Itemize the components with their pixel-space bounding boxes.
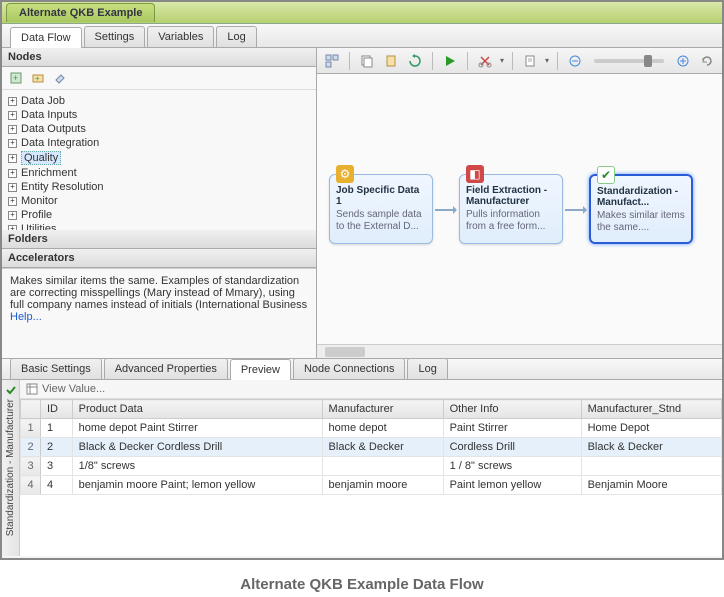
tree-item-data-integration[interactable]: +Data Integration (8, 136, 310, 150)
nodes-tree[interactable]: +Data Job +Data Inputs +Data Outputs +Da… (2, 90, 316, 230)
accelerators-panel-header[interactable]: Accelerators (2, 249, 316, 268)
svg-text:+: + (13, 73, 18, 83)
checkmark-icon (5, 384, 17, 396)
tab-settings[interactable]: Settings (84, 26, 146, 47)
svg-text:+: + (35, 74, 40, 83)
view-value-button[interactable]: View Value... (20, 380, 722, 399)
document-icon[interactable] (521, 52, 539, 70)
help-link[interactable]: Help... (10, 311, 42, 323)
figure-caption: Alternate QKB Example Data Flow (0, 576, 724, 593)
main-tabs: Data Flow Settings Variables Log (2, 24, 722, 48)
column-manufacturer-stnd[interactable]: Manufacturer_Stnd (581, 400, 721, 419)
flow-canvas[interactable]: ⚙ Job Specific Data 1 Sends sample data … (317, 74, 722, 344)
column-id[interactable]: ID (41, 400, 73, 419)
tree-item-data-outputs[interactable]: +Data Outputs (8, 122, 310, 136)
app-window: Alternate QKB Example Data Flow Settings… (0, 0, 724, 560)
copy-icon[interactable] (358, 52, 376, 70)
tab-log-bottom[interactable]: Log (407, 358, 447, 379)
table-icon (26, 383, 38, 395)
node-job-specific-data[interactable]: ⚙ Job Specific Data 1 Sends sample data … (329, 174, 433, 244)
run-icon[interactable] (441, 52, 459, 70)
tree-item-utilities[interactable]: +Utilities (8, 222, 310, 230)
bottom-tabs: Basic Settings Advanced Properties Previ… (2, 358, 722, 380)
tree-item-quality[interactable]: +Quality (8, 150, 310, 166)
column-other-info[interactable]: Other Info (443, 400, 581, 419)
tab-basic-settings[interactable]: Basic Settings (10, 358, 102, 379)
folders-panel-header[interactable]: Folders (2, 230, 316, 249)
horizontal-scrollbar[interactable] (317, 344, 722, 358)
table-row[interactable]: 44benjamin moore Paint; lemon yellowbenj… (21, 476, 722, 495)
add-link-icon[interactable] (52, 70, 68, 86)
preview-table: ID Product Data Manufacturer Other Info … (20, 399, 722, 495)
add-folder-icon[interactable]: + (30, 70, 46, 86)
layout-icon[interactable] (323, 52, 341, 70)
node-description: Makes similar items the same. Examples o… (2, 268, 316, 329)
table-row[interactable]: 22Black & Decker Cordless DrillBlack & D… (21, 438, 722, 457)
node-standardization[interactable]: ✔ Standardization - Manufact... Makes si… (589, 174, 693, 244)
cut-icon[interactable] (476, 52, 494, 70)
connector-arrow (435, 209, 455, 211)
window-title-tab[interactable]: Alternate QKB Example (6, 3, 155, 22)
zoom-slider-thumb[interactable] (644, 55, 652, 67)
canvas-toolbar: ▾ ▾ (317, 48, 722, 74)
canvas-panel: ▾ ▾ ⚙ Job Specific Data 1 Sends sample d… (317, 48, 722, 358)
table-header-row: ID Product Data Manufacturer Other Info … (21, 400, 722, 419)
tree-item-data-inputs[interactable]: +Data Inputs (8, 108, 310, 122)
tree-item-enrichment[interactable]: +Enrichment (8, 166, 310, 180)
database-icon: ◧ (466, 165, 484, 183)
add-node-icon[interactable]: + (8, 70, 24, 86)
column-manufacturer[interactable]: Manufacturer (322, 400, 443, 419)
paste-icon[interactable] (382, 52, 400, 70)
tree-item-data-job[interactable]: +Data Job (8, 94, 310, 108)
zoom-out-icon[interactable] (566, 52, 584, 70)
column-product-data[interactable]: Product Data (72, 400, 322, 419)
zoom-slider[interactable] (594, 59, 664, 63)
tree-item-monitor[interactable]: +Monitor (8, 194, 310, 208)
tab-node-connections[interactable]: Node Connections (293, 358, 406, 379)
tree-item-profile[interactable]: +Profile (8, 208, 310, 222)
tab-variables[interactable]: Variables (147, 26, 214, 47)
tab-data-flow[interactable]: Data Flow (10, 27, 82, 48)
titlebar: Alternate QKB Example (2, 2, 722, 24)
reset-view-icon[interactable] (698, 52, 716, 70)
left-panel: Nodes + + +Data Job +Data Inputs +Data O… (2, 48, 317, 358)
connector-arrow (565, 209, 585, 211)
scrollbar-thumb[interactable] (325, 347, 365, 357)
checkmark-icon: ✔ (597, 166, 615, 184)
tab-log[interactable]: Log (216, 26, 256, 47)
gear-icon: ⚙ (336, 165, 354, 183)
tree-item-entity-resolution[interactable]: +Entity Resolution (8, 180, 310, 194)
preview-side-label: Standardization - Manufacturer (2, 380, 20, 556)
nodes-toolbar: + + (2, 67, 316, 90)
tab-preview[interactable]: Preview (230, 359, 291, 380)
table-row[interactable]: 331/8" screws1 / 8" screws (21, 457, 722, 476)
preview-panel: View Value... ID Product Data Manufactur… (20, 380, 722, 556)
table-row[interactable]: 11home depot Paint Stirrerhome depotPain… (21, 419, 722, 438)
zoom-in-icon[interactable] (674, 52, 692, 70)
refresh-icon[interactable] (406, 52, 424, 70)
tab-advanced-properties[interactable]: Advanced Properties (104, 358, 228, 379)
node-field-extraction[interactable]: ◧ Field Extraction - Manufacturer Pulls … (459, 174, 563, 244)
nodes-panel-header: Nodes (2, 48, 316, 67)
